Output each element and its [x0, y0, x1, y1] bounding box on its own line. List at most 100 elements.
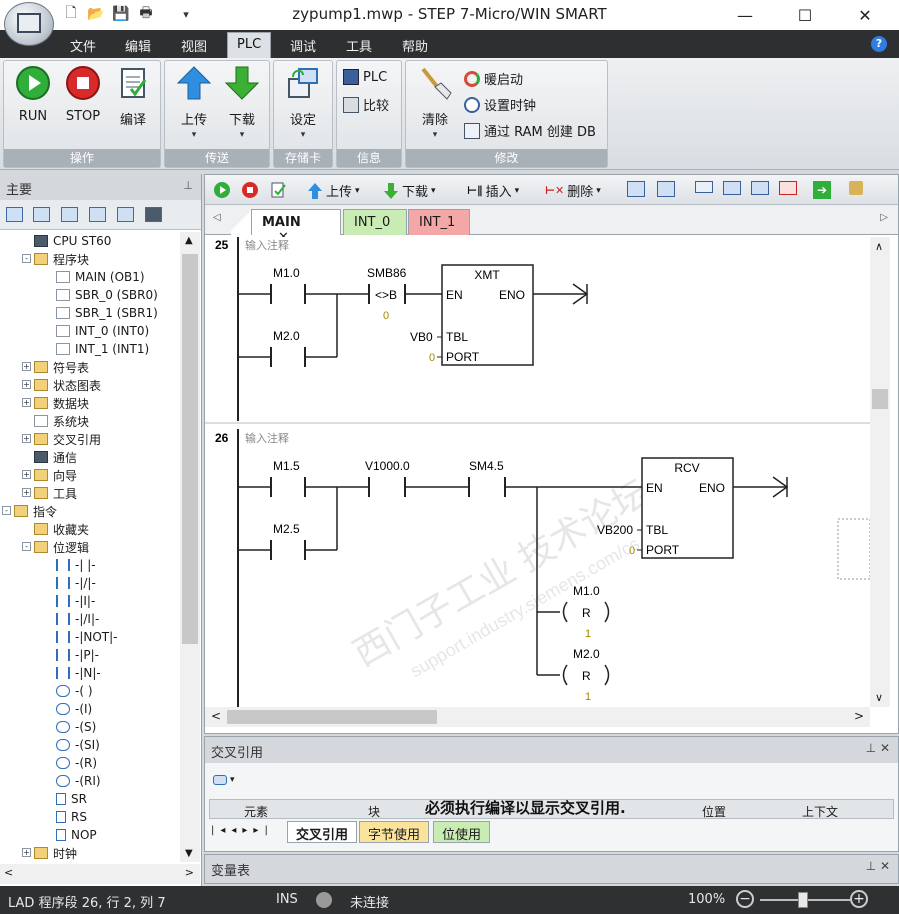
tree-node[interactable]: -(SI) [56, 736, 100, 754]
view-icon[interactable] [61, 207, 78, 222]
column-header[interactable]: 元素 [244, 803, 268, 820]
tree-node[interactable]: -|N|- [56, 664, 101, 682]
network-comment[interactable]: 输入注释 [245, 431, 289, 445]
warm-start-button[interactable]: 暖启动 [464, 69, 523, 88]
tree-hscrollbar[interactable]: < > [0, 864, 200, 884]
zoom-out-icon[interactable]: − [736, 890, 754, 908]
tree-expander[interactable]: + [22, 434, 31, 443]
view-icon[interactable] [6, 207, 23, 222]
compare-button[interactable]: 比较 [343, 95, 389, 114]
tree-node[interactable]: INT_0 (INT0) [56, 322, 149, 340]
tree-node[interactable]: -|I|- [56, 592, 95, 610]
tree-node[interactable]: 状态图表 [34, 376, 101, 394]
tab-cross-reference[interactable]: 交叉引用 [287, 821, 358, 843]
clear-button[interactable]: 清除 ▾ [412, 65, 458, 140]
tab-main[interactable]: MAIN ✕ [251, 209, 341, 245]
menu-view[interactable]: 视图 [181, 36, 207, 55]
tree-node[interactable]: 时钟 [34, 844, 77, 862]
column-header[interactable]: 位置 [702, 803, 726, 820]
tab-int1[interactable]: INT_1 [408, 209, 470, 235]
tab-bit-usage[interactable]: 位使用 [433, 821, 491, 843]
menu-tools[interactable]: 工具 [346, 36, 372, 55]
box-icon[interactable] [695, 181, 713, 193]
minimize-button[interactable]: — [722, 0, 768, 30]
scroll-right-icon[interactable]: > [185, 866, 194, 879]
scroll-up-icon[interactable]: ∧ [875, 240, 883, 253]
tab-int0[interactable]: INT_0 [343, 209, 407, 235]
set-clock-button[interactable]: 设置时钟 [464, 95, 536, 114]
cpu-icon[interactable] [145, 207, 162, 222]
plc-info-button[interactable]: PLC [343, 69, 387, 85]
bookmark-next-icon[interactable] [751, 181, 769, 195]
tree-node[interactable]: 收藏夹 [34, 520, 89, 538]
scroll-left-icon[interactable]: < [4, 866, 13, 879]
menu-plc[interactable]: PLC [227, 32, 272, 58]
tree-node[interactable]: -(S) [56, 718, 96, 736]
tree-scrollbar[interactable]: ▲ ▼ [180, 232, 200, 862]
upload-button[interactable]: 上传 ▾ [171, 65, 217, 140]
empty-element-placeholder[interactable] [837, 518, 870, 580]
coil-reset-m2-0[interactable] [562, 664, 568, 686]
close-button[interactable]: ✕ [842, 0, 888, 30]
tab-byte-usage[interactable]: 字节使用 [359, 821, 430, 843]
tree-node[interactable]: 向导 [34, 466, 77, 484]
tree-expander[interactable]: - [2, 506, 11, 515]
tree-node[interactable]: 通信 [34, 448, 77, 466]
scroll-down-icon[interactable]: ∨ [875, 691, 883, 704]
tree-node[interactable]: -|P|- [56, 646, 99, 664]
tree-node[interactable]: -(RI) [56, 772, 101, 790]
app-menu-button[interactable] [4, 2, 54, 46]
menu-edit[interactable]: 编辑 [125, 36, 151, 55]
delete-button[interactable]: ⊢✕ 删除 ▾ [545, 181, 601, 200]
tab-scroll-left-icon[interactable]: ◁ [213, 212, 221, 223]
tree-expander[interactable]: - [22, 254, 31, 263]
scroll-thumb[interactable] [872, 389, 888, 409]
column-header[interactable]: 上下文 [802, 803, 838, 820]
tree-expander[interactable]: + [22, 380, 31, 389]
tree-node[interactable]: 数据块 [34, 394, 89, 412]
download-button[interactable]: 下载 ▾ [219, 65, 265, 140]
compile-small-icon[interactable] [269, 181, 287, 199]
tree-node[interactable]: SR [56, 790, 87, 808]
panel-controls[interactable]: ⊥ ✕ [866, 741, 890, 755]
tree-expander[interactable]: + [22, 488, 31, 497]
run-small-icon[interactable] [213, 181, 231, 199]
tree-node[interactable]: 程序块 [34, 250, 89, 268]
menu-debug[interactable]: 调试 [290, 36, 316, 55]
tree-node[interactable]: -|NOT|- [56, 628, 118, 646]
tree-node[interactable]: RS [56, 808, 87, 826]
pin-icon[interactable]: ⊥ [183, 179, 193, 192]
zoom-in-icon[interactable]: + [850, 890, 868, 908]
xref-options-button[interactable]: ▾ [213, 771, 245, 789]
download-toolbar-button[interactable]: 下载 ▾ [383, 181, 436, 200]
network-comment[interactable]: 输入注释 [245, 238, 289, 252]
tree-node[interactable]: -| |- [56, 556, 96, 574]
maximize-button[interactable]: ☐ [782, 0, 828, 30]
scroll-right-icon[interactable]: > [854, 709, 864, 723]
view-icon[interactable] [89, 207, 106, 222]
run-button[interactable]: RUN [10, 65, 56, 124]
zoom-slider[interactable] [760, 892, 850, 908]
tree-node[interactable]: INT_1 (INT1) [56, 340, 149, 358]
tree-node[interactable]: -|/I|- [56, 610, 99, 628]
menu-file[interactable]: 文件 [70, 36, 96, 55]
memcard-setup-button[interactable]: 设定 ▾ [280, 65, 326, 140]
tree-node[interactable]: CPU ST60 [34, 232, 111, 250]
scroll-up-icon[interactable]: ▲ [185, 235, 193, 246]
tree-node[interactable]: SBR_0 (SBR0) [56, 286, 158, 304]
network-icon[interactable] [657, 181, 675, 197]
tree-node[interactable]: -(R) [56, 754, 97, 772]
tree-expander[interactable]: + [22, 362, 31, 371]
editor-vscrollbar[interactable]: ∧ ∨ [870, 237, 890, 707]
view-icon[interactable] [33, 207, 50, 222]
insert-button[interactable]: ⊢∥ 插入 ▾ [467, 181, 519, 200]
tree-node[interactable]: 指令 [14, 502, 57, 520]
stop-button[interactable]: STOP [60, 65, 106, 124]
scroll-left-icon[interactable]: < [211, 709, 221, 723]
zoom-slider-handle[interactable] [798, 892, 808, 908]
column-header[interactable]: 块 [368, 803, 380, 820]
bookmark-prev-icon[interactable] [723, 181, 741, 195]
bookmark-remove-icon[interactable] [779, 181, 797, 195]
lock-icon[interactable] [849, 181, 863, 195]
tree-node[interactable]: SBR_1 (SBR1) [56, 304, 158, 322]
